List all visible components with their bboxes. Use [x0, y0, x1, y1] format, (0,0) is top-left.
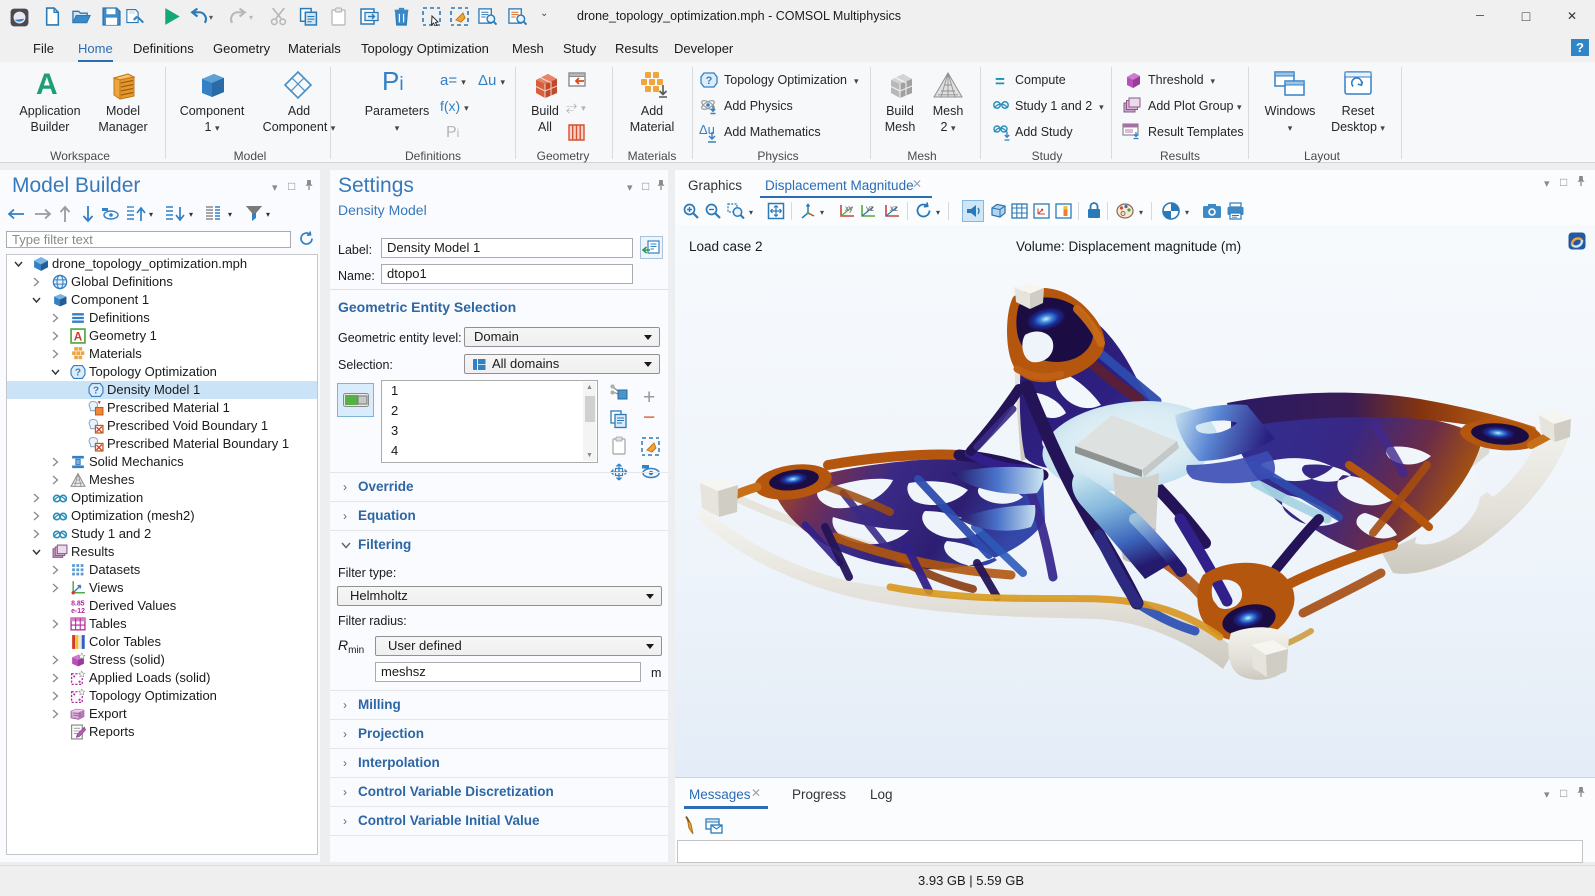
svg-text:e-12: e-12	[71, 608, 85, 614]
svg-text:?: ?	[706, 75, 713, 87]
svg-text:xz: xz	[890, 204, 898, 213]
svg-text:A: A	[74, 330, 83, 343]
svg-text:8.85: 8.85	[71, 600, 85, 607]
svg-text:?: ?	[75, 368, 81, 379]
svg-text:xy: xy	[845, 204, 853, 213]
svg-text:yz: yz	[866, 204, 874, 213]
svg-text:?: ?	[93, 386, 99, 397]
